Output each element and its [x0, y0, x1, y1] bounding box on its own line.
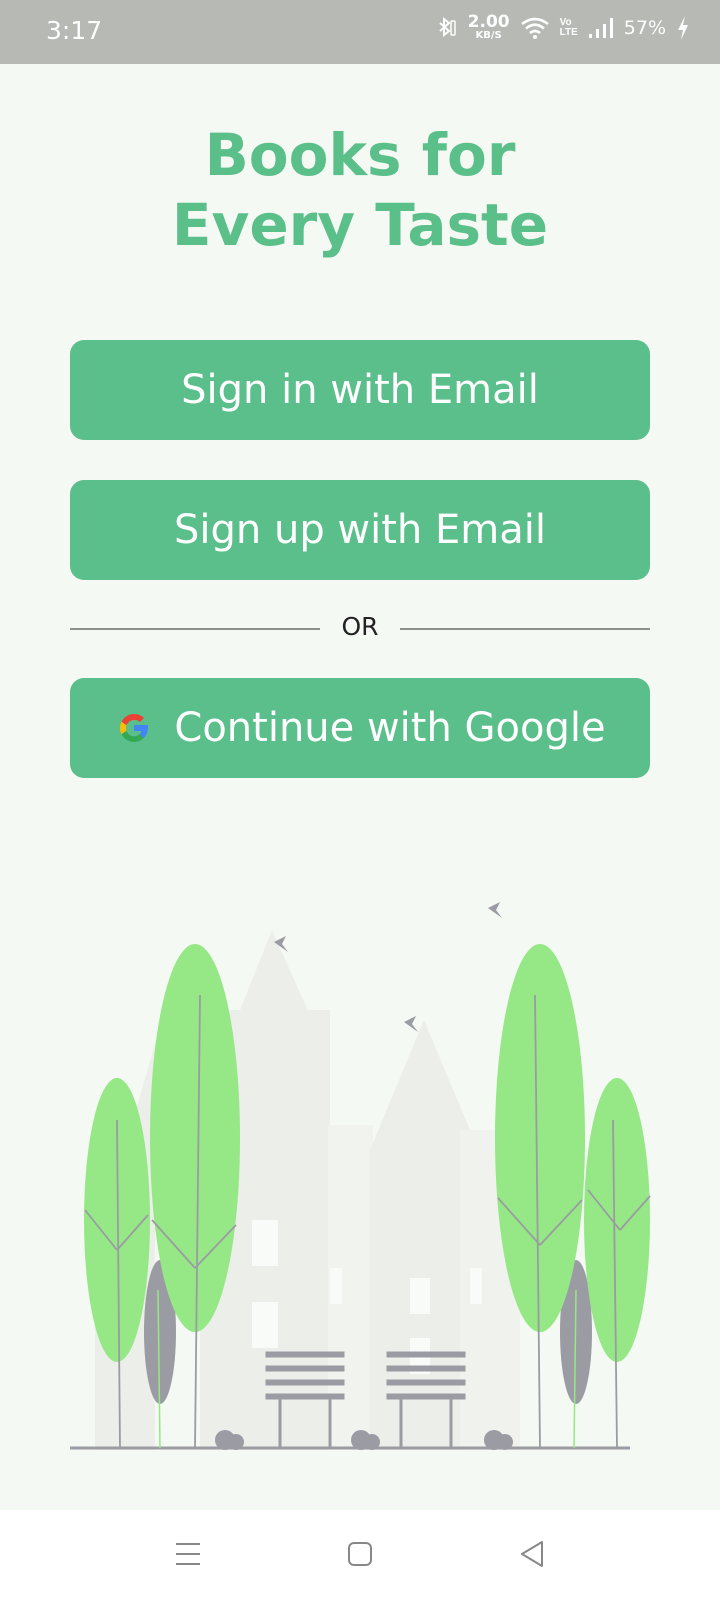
volte-indicator: Vo LTE	[559, 16, 578, 38]
title-line-1: Books for	[204, 121, 516, 189]
sign-up-email-button[interactable]: Sign up with Email	[70, 480, 650, 580]
wifi-icon	[520, 17, 549, 39]
title-line-2: Every Taste	[171, 191, 549, 259]
back-icon[interactable]	[510, 1532, 554, 1576]
net-speed-value: 2.00	[467, 12, 510, 32]
continue-google-label: Continue with Google	[174, 705, 606, 751]
home-icon[interactable]	[338, 1532, 382, 1576]
park-city-illustration	[70, 902, 651, 1450]
charging-icon	[678, 15, 688, 40]
status-bar: 3:17 2.00 KB/S Vo LTE 57%	[0, 0, 720, 64]
divider-line-right	[400, 628, 650, 630]
volte-top: Vo	[559, 16, 572, 28]
status-time: 3:17	[46, 16, 103, 45]
page-title: Books for Every Taste	[0, 120, 720, 260]
signal-icon	[588, 17, 613, 38]
sign-in-email-button[interactable]: Sign in with Email	[70, 340, 650, 440]
sign-up-email-label: Sign up with Email	[174, 507, 546, 553]
system-nav-bar	[0, 1510, 720, 1600]
or-divider: OR	[70, 608, 650, 648]
menu-icon[interactable]	[166, 1532, 210, 1576]
sign-in-email-label: Sign in with Email	[181, 367, 539, 413]
battery-level: 57%	[623, 16, 666, 39]
continue-google-button[interactable]: Continue with Google	[70, 678, 650, 778]
net-speed: 2.00 KB/S	[468, 14, 510, 41]
or-label: OR	[341, 612, 379, 641]
volte-bottom: LTE	[559, 26, 578, 38]
bluetooth-icon	[438, 16, 456, 37]
net-speed-unit: KB/S	[475, 30, 502, 41]
status-icons: 2.00 KB/S Vo LTE 57%	[432, 14, 690, 41]
google-icon	[120, 713, 149, 742]
